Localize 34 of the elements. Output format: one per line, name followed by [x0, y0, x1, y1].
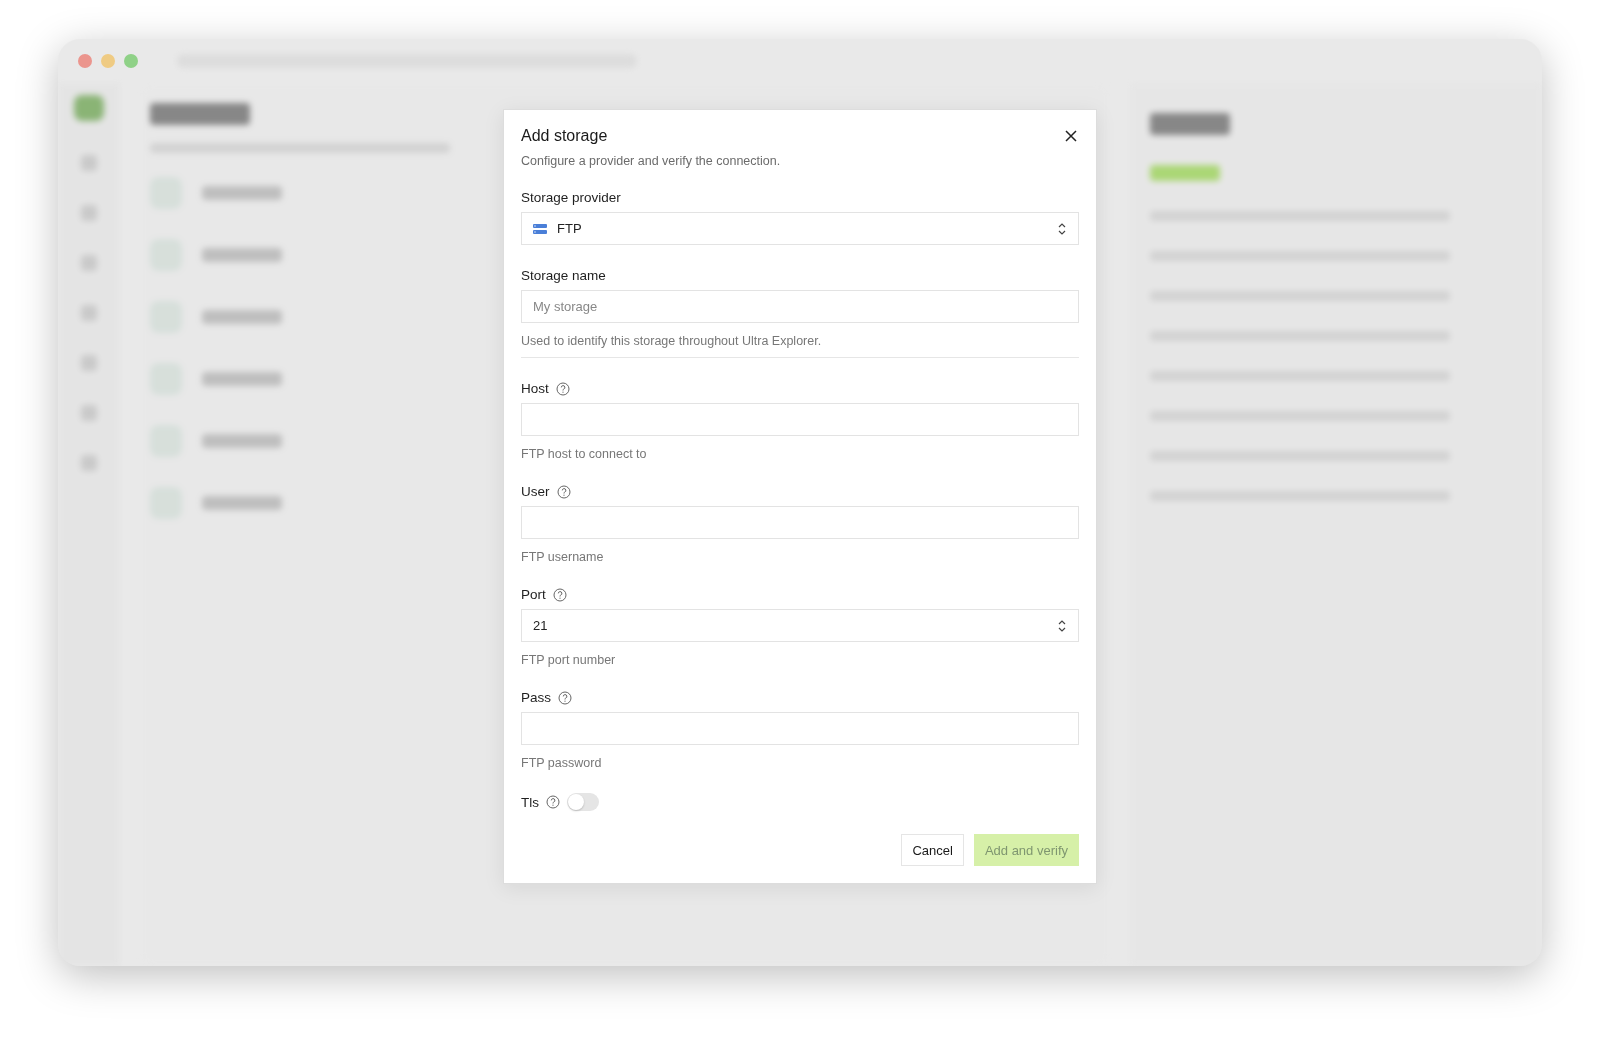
field-label: Host	[521, 381, 549, 396]
server-icon	[533, 223, 547, 234]
field-label: Pass	[521, 690, 551, 705]
window-close-dot[interactable]	[78, 54, 92, 68]
field-hint: FTP username	[521, 550, 605, 564]
help-icon[interactable]	[558, 690, 572, 705]
stepper-icon[interactable]	[1057, 618, 1067, 633]
dialog-title: Add storage	[521, 127, 609, 145]
help-icon[interactable]	[555, 381, 570, 396]
text-field[interactable]	[521, 403, 1079, 436]
help-icon[interactable]	[552, 587, 567, 602]
provider-select[interactable]: FTP	[521, 212, 1079, 245]
field-label: Storage provider	[521, 190, 621, 205]
help-icon[interactable]	[556, 484, 571, 499]
port-field[interactable]: 21	[521, 609, 1079, 642]
updown-chevron-icon	[1057, 221, 1067, 236]
field-label: Port	[521, 587, 546, 602]
field-label: User	[521, 484, 550, 499]
toggle-switch[interactable]	[567, 793, 599, 811]
field-hint: FTP host to connect to	[521, 447, 648, 461]
field-label: Tls	[521, 794, 539, 810]
window-minimize-dot[interactable]	[101, 54, 115, 68]
text-field[interactable]	[521, 712, 1079, 745]
text-field[interactable]: My storage	[521, 290, 1079, 323]
field-hint: Used to identify this storage throughout Ultra Explorer.	[521, 334, 823, 348]
field-label: Storage name	[521, 268, 606, 283]
field-hint: FTP port number	[521, 653, 617, 667]
cancel-button[interactable]: Cancel	[901, 834, 964, 866]
dialog-subtitle: Configure a provider and verify the connection.	[521, 154, 781, 168]
field-hint: FTP password	[521, 756, 603, 770]
close-icon[interactable]	[1065, 130, 1077, 142]
help-icon[interactable]	[546, 795, 560, 809]
window-zoom-dot[interactable]	[124, 54, 138, 68]
text-field[interactable]	[521, 506, 1079, 539]
